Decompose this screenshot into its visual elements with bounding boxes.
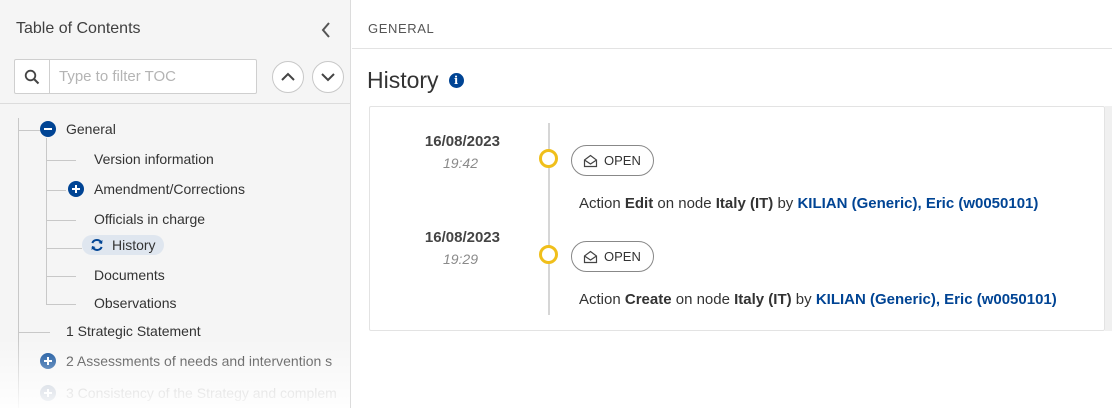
history-entry: 16/08/2023 19:29 OPEN Action Create on n… (370, 213, 1106, 308)
toc-item-label: Documents (94, 267, 165, 283)
chevron-left-icon (321, 22, 330, 38)
tree-guide-line (46, 190, 66, 191)
entry-by: by (791, 291, 816, 308)
status-badge-label: OPEN (604, 153, 641, 168)
tree-guide-line (18, 118, 19, 408)
tree-guide-line (46, 248, 82, 249)
tree-guide-line (46, 304, 76, 305)
tree-guide-line (18, 130, 40, 131)
chevron-up-icon (281, 72, 295, 81)
toc-item-label: Amendment/Corrections (94, 181, 245, 197)
toc-item-general[interactable]: General (40, 121, 116, 137)
search-icon (15, 60, 50, 93)
user-link[interactable]: KILIAN (Generic), Eric (w0050101) (797, 195, 1038, 212)
toc-search (14, 59, 257, 94)
entry-mid: on node (653, 195, 716, 212)
entry-date: 16/08/2023 (424, 229, 500, 246)
tree-guide-line (46, 220, 76, 221)
toc-item-assessments[interactable]: 2 Assessments of needs and intervention … (40, 353, 332, 369)
header-divider (352, 48, 1112, 49)
tree-guide-line (18, 332, 50, 333)
toc-item-officials-in-charge[interactable]: Officials in charge (94, 211, 205, 227)
status-badge: OPEN (571, 241, 654, 272)
toc-item-strategic-statement[interactable]: 1 Strategic Statement (66, 323, 201, 339)
toc-item-consistency[interactable]: 3 Consistency of the Strategy and comple… (40, 385, 337, 401)
user-link[interactable]: KILIAN (Generic), Eric (w0050101) (816, 291, 1057, 308)
tree-guide-line (46, 276, 76, 277)
entry-action: Edit (624, 195, 654, 212)
status-badge: OPEN (571, 145, 654, 176)
plus-circle-icon[interactable] (68, 181, 84, 197)
toc-tree: General Version information Amendment/Co… (0, 104, 350, 408)
minus-circle-icon[interactable] (40, 121, 56, 137)
plus-circle-icon[interactable] (40, 385, 56, 401)
history-entry: 16/08/2023 19:42 OPEN Action Edit on nod… (370, 117, 1106, 212)
entry-description: Action Create on node Italy (IT) by KILI… (579, 291, 1057, 308)
toc-item-observations[interactable]: Observations (94, 295, 176, 311)
toc-sidebar: Table of Contents General (0, 0, 351, 408)
plus-circle-icon[interactable] (40, 353, 56, 369)
previous-match-button[interactable] (272, 61, 304, 93)
next-match-button[interactable] (312, 61, 344, 93)
toc-item-label: 3 Consistency of the Strategy and comple… (66, 385, 337, 401)
page-title: History i (367, 67, 464, 94)
toc-item-label: General (66, 121, 116, 137)
toc-title: Table of Contents (16, 20, 141, 37)
info-icon[interactable]: i (448, 73, 464, 88)
entry-by: by (773, 195, 798, 212)
status-badge-label: OPEN (604, 249, 641, 264)
entry-date: 16/08/2023 (424, 133, 500, 150)
entry-time: 19:29 (442, 251, 478, 267)
toc-item-label: History (112, 237, 156, 253)
breadcrumb: GENERAL (368, 21, 435, 36)
tree-guide-line (46, 138, 47, 304)
entry-node: Italy (IT) (734, 291, 792, 308)
toc-item-documents[interactable]: Documents (94, 267, 165, 283)
entry-prefix: Action (579, 195, 625, 212)
envelope-open-icon (583, 154, 598, 167)
tree-guide-line (46, 160, 76, 161)
toc-item-label: Observations (94, 295, 177, 311)
envelope-open-icon (583, 250, 598, 263)
toc-item-label: 2 Assessments of needs and intervention … (66, 353, 333, 369)
toc-item-label: Version information (94, 151, 214, 167)
toc-item-amendment-corrections[interactable]: Amendment/Corrections (68, 181, 245, 197)
toc-filter-input[interactable] (50, 60, 256, 93)
history-timeline: 16/08/2023 19:42 OPEN Action Edit on nod… (369, 106, 1105, 331)
page-title-text: History (367, 67, 439, 93)
chevron-down-icon (321, 73, 335, 82)
entry-description: Action Edit on node Italy (IT) by KILIAN… (579, 195, 1038, 212)
toc-item-version-information[interactable]: Version information (94, 151, 214, 167)
toc-item-label: Officials in charge (94, 211, 206, 227)
refresh-icon (90, 238, 104, 252)
timeline-dot (539, 149, 558, 168)
collapse-sidebar-button[interactable] (316, 19, 336, 41)
entry-node: Italy (IT) (715, 195, 774, 212)
entry-prefix: Action (579, 291, 625, 308)
entry-mid: on node (671, 291, 735, 308)
toc-item-label: 1 Strategic Statement (66, 323, 201, 339)
adjacent-panel-edge (1105, 106, 1112, 331)
toc-item-history[interactable]: History (82, 235, 164, 255)
timeline-dot (539, 245, 558, 264)
entry-time: 19:42 (442, 155, 478, 171)
entry-action: Create (624, 291, 672, 308)
